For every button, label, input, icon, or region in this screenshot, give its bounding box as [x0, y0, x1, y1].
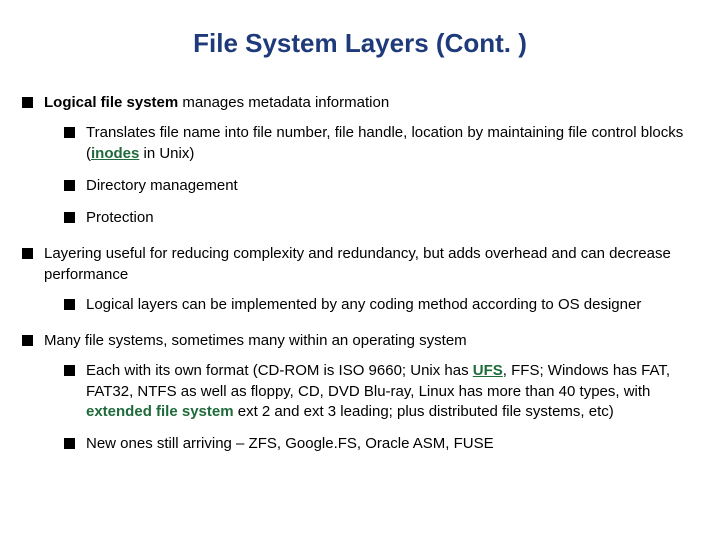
page-title: File System Layers (Cont. ) — [22, 28, 698, 59]
text: Each with its own format (CD-ROM is ISO … — [86, 362, 473, 379]
text: in Unix) — [139, 145, 194, 162]
list-item: Layering useful for reducing complexity … — [22, 244, 698, 315]
sub-list: Logical layers can be implemented by any… — [44, 295, 698, 315]
text: Many file systems, sometimes many within… — [44, 332, 467, 349]
text: manages metadata information — [178, 94, 389, 111]
slide: File System Layers (Cont. ) Logical file… — [0, 0, 720, 540]
sub-list: Translates file name into file number, f… — [44, 123, 698, 228]
ufs-link[interactable]: UFS — [473, 362, 503, 379]
extended-fs-keyword: extended file system — [86, 403, 234, 420]
list-item: Protection — [64, 208, 698, 228]
list-item: Logical file system manages metadata inf… — [22, 93, 698, 228]
list-item: Directory management — [64, 176, 698, 196]
text: New ones still arriving – ZFS, Google.FS… — [86, 435, 494, 452]
text: Protection — [86, 209, 154, 226]
list-item: Many file systems, sometimes many within… — [22, 331, 698, 454]
text: Layering useful for reducing complexity … — [44, 245, 671, 282]
text: ext 2 and ext 3 leading; plus distribute… — [234, 403, 614, 420]
inodes-link[interactable]: inodes — [91, 145, 139, 162]
sub-list: Each with its own format (CD-ROM is ISO … — [44, 361, 698, 454]
list-item: Each with its own format (CD-ROM is ISO … — [64, 361, 698, 422]
strong-text: Logical file system — [44, 94, 178, 111]
list-item: Logical layers can be implemented by any… — [64, 295, 698, 315]
text: Directory management — [86, 177, 238, 194]
list-item: New ones still arriving – ZFS, Google.FS… — [64, 434, 698, 454]
bullet-list: Logical file system manages metadata inf… — [22, 93, 698, 454]
text: Logical layers can be implemented by any… — [86, 296, 641, 313]
list-item: Translates file name into file number, f… — [64, 123, 698, 164]
